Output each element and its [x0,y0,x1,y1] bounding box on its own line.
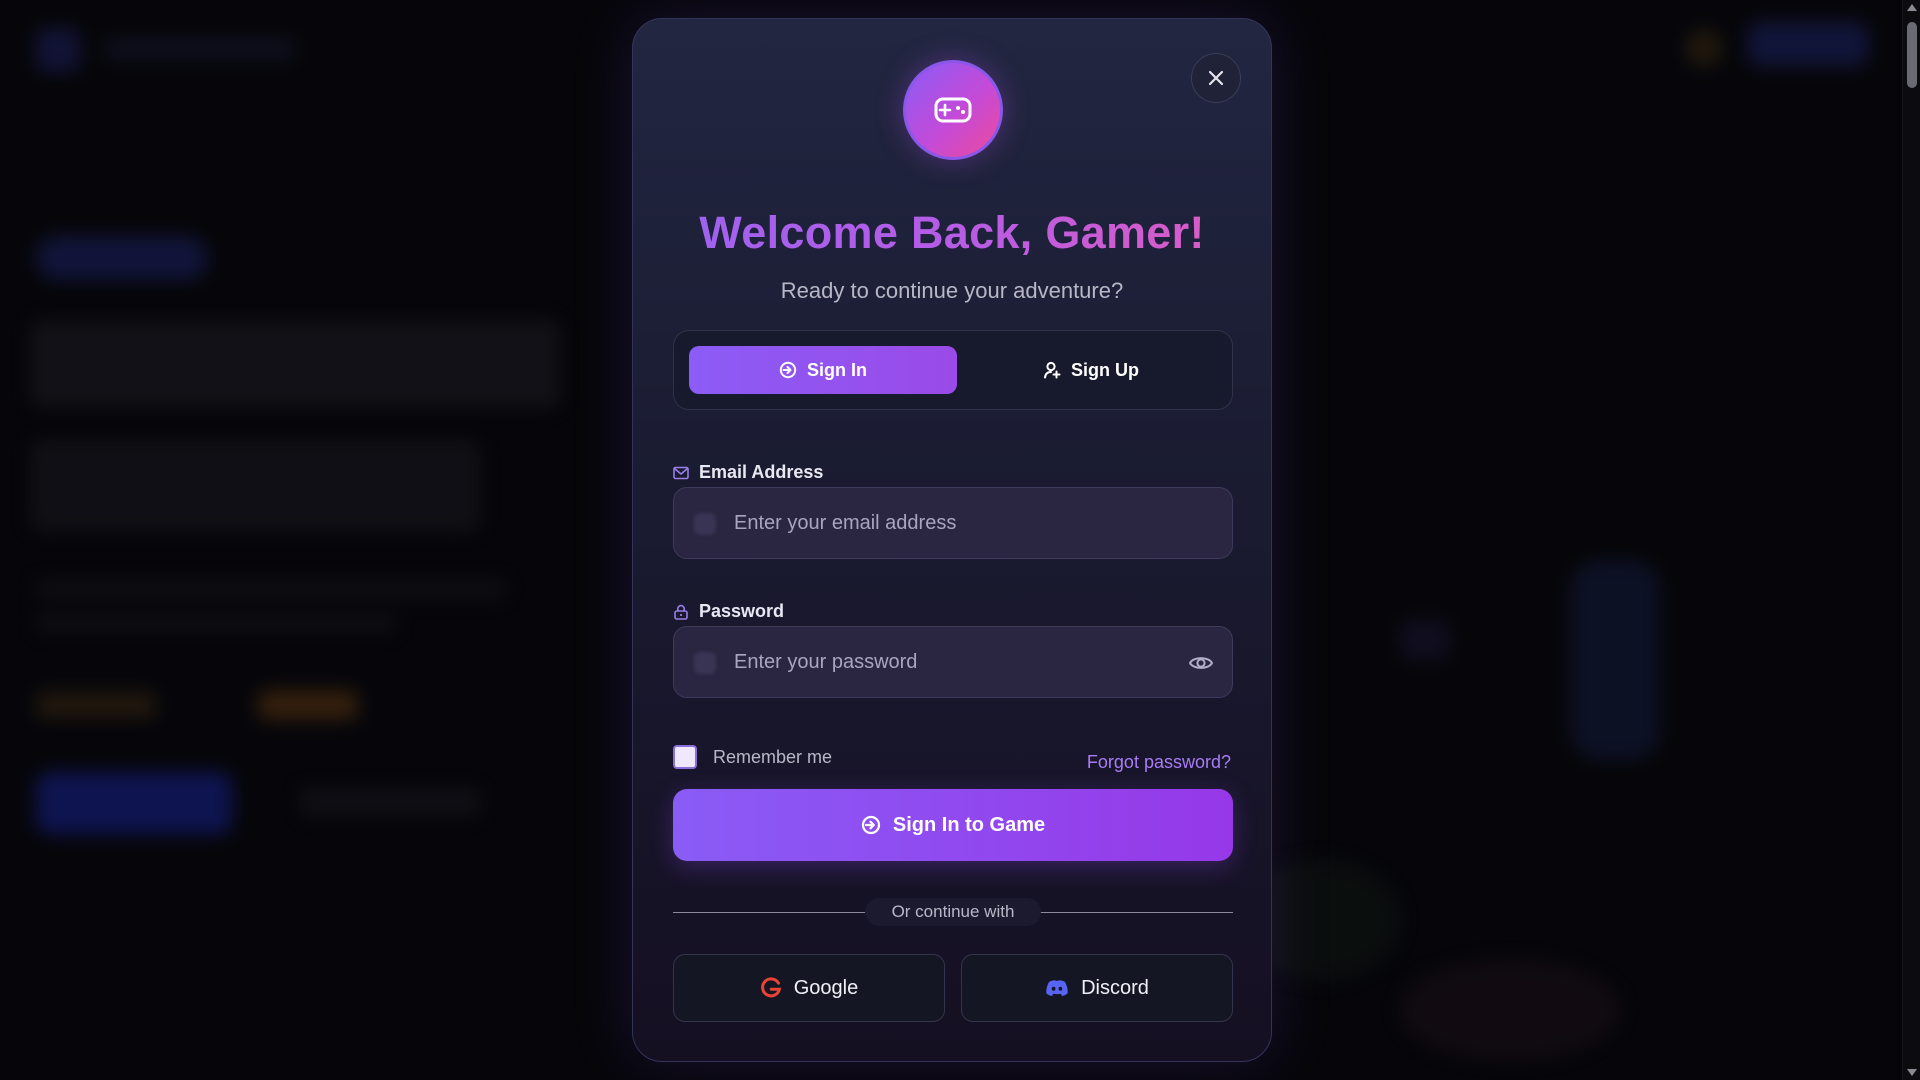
background-pill [36,236,208,280]
sign-in-submit-label: Sign In to Game [892,813,1046,836]
checkbox-box[interactable] [673,745,697,769]
lock-icon [694,652,716,674]
password-field-container[interactable] [673,626,1233,698]
background-brand [104,38,294,60]
background-logo [36,28,80,72]
background-button-primary [36,772,232,834]
tab-sign-in[interactable]: Sign In [689,346,957,394]
page-scrollbar[interactable] [1902,0,1920,1080]
background-rating [36,692,156,718]
divider-text: Or continue with [865,898,1041,926]
auth-modal: Welcome Back, Gamer! Ready to continue y… [632,18,1272,1062]
discord-label: Discord [1081,976,1149,999]
password-label-text: Password [699,601,785,621]
discord-login-button[interactable]: Discord [961,954,1233,1022]
email-field-container[interactable] [673,487,1233,559]
tab-sign-up-label: Sign Up [1071,359,1139,380]
background-tag [258,690,358,720]
background-glow [1570,560,1660,760]
auth-tabs: Sign In Sign Up [673,330,1233,410]
scroll-thumb[interactable] [1907,22,1917,88]
forgot-password-link[interactable]: Forgot password? [1087,752,1231,773]
password-label: Password [673,601,784,622]
login-screen: Welcome Back, Gamer! Ready to continue y… [0,0,1920,1080]
gamepad-icon [934,97,972,123]
tab-sign-in-label: Sign In [807,359,867,380]
close-button[interactable] [1191,53,1241,103]
google-login-button[interactable]: Google [673,954,945,1022]
background-glow [1400,960,1620,1060]
remember-me-checkbox[interactable]: Remember me [673,745,832,769]
background-heading-line-2 [30,440,480,532]
email-label-text: Email Address [699,462,824,482]
lock-icon [674,604,688,620]
background-avatar [1686,30,1722,66]
background-glow [1400,620,1450,660]
remember-me-label: Remember me [713,746,833,767]
scroll-up-arrow-icon[interactable] [1907,4,1917,11]
background-paragraph-line-1 [36,580,506,598]
background-heading-line-1 [30,320,560,408]
background-button-secondary [300,788,480,816]
discord-icon [1046,980,1068,996]
modal-title: Welcome Back, Gamer! [633,207,1271,259]
login-icon [779,361,797,379]
sign-in-submit-button[interactable]: Sign In to Game [673,789,1233,861]
google-label: Google [793,976,859,999]
scroll-down-arrow-icon[interactable] [1907,1069,1917,1076]
background-cta [1748,22,1868,66]
user-plus-icon [1044,361,1061,379]
password-field[interactable] [734,627,1154,697]
tab-sign-up[interactable]: Sign Up [957,346,1225,394]
close-icon[interactable] [1207,69,1225,87]
gamepad-logo [903,60,1003,160]
google-icon [760,977,782,998]
email-label: Email Address [673,462,823,483]
mail-icon [673,466,689,479]
email-field[interactable] [734,488,1154,558]
background-paragraph-line-2 [36,614,396,632]
modal-subtitle: Ready to continue your adventure? [780,278,1124,303]
eye-icon[interactable] [1188,650,1214,676]
mail-icon [694,513,716,535]
login-icon [861,815,880,835]
